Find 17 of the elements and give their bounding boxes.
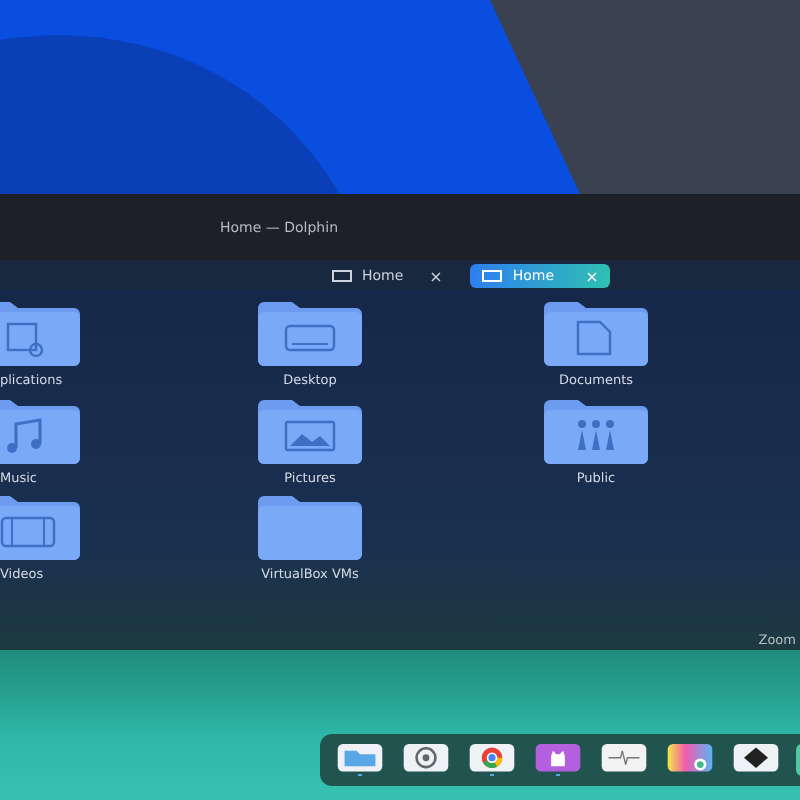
- documents-folder-icon[interactable]: [544, 302, 648, 366]
- window-icon: [482, 270, 503, 282]
- desktop-folder-icon[interactable]: [258, 302, 362, 366]
- applications-folder-icon[interactable]: [0, 302, 80, 366]
- color-palette-icon[interactable]: [664, 744, 716, 772]
- music-folder-icon[interactable]: [0, 399, 80, 463]
- close-tab-button[interactable]: ×: [429, 267, 443, 285]
- folder-icon[interactable]: [258, 496, 362, 560]
- pictures-folder-icon[interactable]: [258, 399, 362, 463]
- browser-icon[interactable]: [466, 744, 518, 772]
- public-folder-icon[interactable]: [544, 399, 648, 463]
- window-icon: [332, 270, 352, 282]
- folder-icon[interactable]: [334, 744, 386, 772]
- videos-folder-icon[interactable]: [0, 496, 80, 560]
- pen-icon[interactable]: [730, 744, 782, 772]
- pulse-icon[interactable]: [598, 744, 650, 772]
- cat-icon[interactable]: [532, 744, 584, 772]
